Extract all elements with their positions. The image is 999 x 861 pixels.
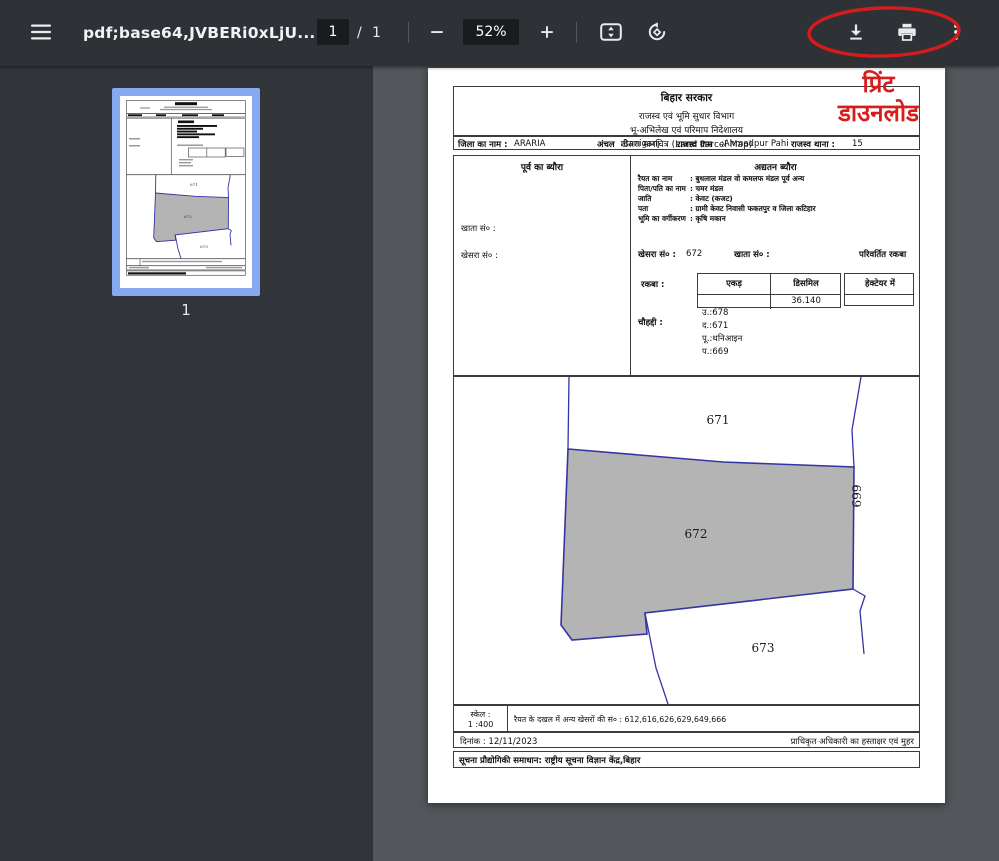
scale-label: स्केल : bbox=[454, 709, 507, 720]
more-options-button[interactable] bbox=[939, 15, 973, 49]
scale-value: 1 :400 bbox=[454, 720, 507, 729]
chauhaddi-east: पू.:थनिआइन bbox=[702, 333, 742, 344]
boundary-line-south bbox=[645, 613, 668, 704]
pdf-toolbar: pdf;base64,JVBERi0xLjU... 1 / 1 52% bbox=[0, 0, 999, 66]
column-divider bbox=[630, 156, 631, 377]
toolbar-separator bbox=[576, 22, 577, 43]
chauhaddi-label: चौहद्दी : bbox=[638, 317, 663, 328]
thana-value: 15 bbox=[852, 139, 863, 149]
area-table: एकड़ डिसमिल 36.140 bbox=[697, 273, 841, 308]
district-value: ARARIA bbox=[514, 139, 545, 149]
doc-directorate-line: भू-अभिलेख एवं परिमाप निदेशालय bbox=[454, 123, 919, 136]
doc-header-box: बिहार सरकार राजस्व एवं भूमि सुधार विभाग … bbox=[453, 86, 920, 136]
raiyat-name-label: रैयत का नाम bbox=[638, 174, 672, 184]
plot-label-671: 671 bbox=[707, 413, 730, 427]
plot-label-673: 673 bbox=[752, 641, 775, 655]
village-label: राजस्व ग्राम bbox=[677, 139, 712, 150]
decimal-value: 36.140 bbox=[770, 296, 842, 306]
scale-row: स्केल : 1 :400 रैयत के दखल में अन्य खेसर… bbox=[453, 705, 920, 732]
svg-text:671: 671 bbox=[190, 182, 198, 187]
decimal-header: डिसमिल bbox=[770, 278, 842, 289]
parcel-map-box: 671 672 669 673 bbox=[453, 376, 920, 705]
date-row: दिनांक : 12/11/2023 प्राधिकृत अधिकारी का… bbox=[453, 732, 920, 748]
print-button[interactable] bbox=[890, 15, 924, 49]
curr-khesra-label: खेसरा सं० : bbox=[638, 249, 676, 260]
caste-value: : केवट (कजट) bbox=[690, 194, 733, 204]
boundary-line-north bbox=[568, 377, 569, 449]
father-name-label: पिता/पति का नाम bbox=[638, 184, 686, 194]
minus-icon bbox=[428, 23, 446, 41]
anchal-value: :Raniganj bbox=[620, 139, 660, 149]
plus-icon bbox=[538, 23, 556, 41]
thumbnail-sidebar: 671 672 673 1 bbox=[0, 66, 373, 861]
hectare-header: हेक्टेयर में bbox=[845, 278, 915, 289]
download-icon bbox=[846, 22, 866, 42]
doc-dept-line: राजस्व एवं भूमि सुधार विभाग bbox=[454, 109, 919, 122]
prev-khata-label: खाता सं० : bbox=[461, 223, 496, 234]
plot-label-672: 672 bbox=[685, 527, 708, 541]
boundary-line-east bbox=[852, 377, 861, 467]
toolbar-separator bbox=[408, 22, 409, 43]
date-value: दिनांक : 12/11/2023 bbox=[460, 736, 537, 747]
print-icon bbox=[897, 22, 917, 42]
village-value: :Ahmadpur Pahi bbox=[721, 139, 789, 149]
rakba-label: रकबा : bbox=[641, 279, 664, 290]
doc-title: बिहार सरकार bbox=[454, 91, 919, 105]
address-label: पता bbox=[638, 204, 648, 214]
doc-info-row: जिला का नाम : ARARIA अंचल :Raniganj राजस… bbox=[453, 136, 920, 150]
district-label: जिला का नाम : bbox=[458, 139, 507, 150]
page-total: 1 bbox=[372, 0, 381, 66]
footer-text: सूचना प्रौद्योगिकी समाधान: राष्ट्रीय सूच… bbox=[459, 755, 640, 766]
land-class-label: भूमि का वर्गीकरण bbox=[638, 214, 686, 224]
menu-button[interactable] bbox=[24, 15, 58, 49]
rotate-button[interactable] bbox=[640, 15, 674, 49]
anchal-label: अंचल bbox=[597, 139, 615, 150]
plot-label-669: 669 bbox=[849, 485, 863, 508]
address-value: : ग्रामी केवट निवासी फकतपुर व जिला कटिहा… bbox=[690, 204, 816, 214]
pdf-page: बिहार सरकार राजस्व एवं भूमि सुधार विभाग … bbox=[428, 68, 945, 803]
page-thumbnail[interactable]: 671 672 673 bbox=[112, 88, 260, 296]
chauhaddi-north: उ.:678 bbox=[702, 307, 728, 318]
boundary-line-southeast bbox=[853, 589, 865, 654]
raiyat-name-value: : बुधलाल मंडल वो कमलफ मंडल पूर्व अन्य bbox=[690, 174, 804, 184]
parcel-672-shape bbox=[561, 449, 854, 640]
curr-khata-label: खाता सं० : bbox=[734, 249, 770, 260]
caste-label: जाति bbox=[638, 194, 651, 204]
svg-text:672: 672 bbox=[184, 214, 192, 219]
signature-label: प्राधिकृत अधिकारी का हस्ताक्षर एवं मुहर bbox=[791, 736, 914, 747]
zoom-out-button[interactable] bbox=[420, 15, 454, 49]
footer-box: सूचना प्रौद्योगिकी समाधान: राष्ट्रीय सूच… bbox=[453, 751, 920, 768]
fit-to-page-button[interactable] bbox=[594, 15, 628, 49]
zoom-in-button[interactable] bbox=[530, 15, 564, 49]
zoom-level-display: 52% bbox=[463, 19, 519, 45]
fit-page-icon bbox=[600, 23, 622, 41]
more-vert-icon bbox=[946, 22, 966, 42]
doc-details-box: पूर्व का ब्यौरा खाता सं० : खेसरा सं० : अ… bbox=[453, 155, 920, 376]
thana-label: राजस्व थाना : bbox=[791, 139, 835, 150]
page-number-input[interactable]: 1 bbox=[317, 19, 349, 45]
curr-details-title: अद्यतन ब्यौरा bbox=[630, 160, 921, 173]
acre-header: एकड़ bbox=[698, 278, 770, 289]
thumbnail-miniature: 671 672 673 bbox=[120, 96, 252, 288]
thumbnail-page-number: 1 bbox=[112, 301, 260, 319]
page-separator: / bbox=[357, 0, 362, 66]
land-class-value: : कृषि मकान bbox=[690, 214, 726, 224]
prev-khesra-label: खेसरा सं० : bbox=[461, 250, 498, 261]
download-button[interactable] bbox=[839, 15, 873, 49]
rotate-ccw-icon bbox=[647, 22, 667, 42]
svg-text:673: 673 bbox=[200, 244, 208, 249]
hectare-table: हेक्टेयर में bbox=[844, 273, 914, 306]
thumbnail-page: 671 672 673 bbox=[120, 96, 252, 288]
hamburger-icon bbox=[31, 24, 51, 40]
prev-details-title: पूर्व का ब्यौरा bbox=[454, 160, 630, 173]
pdf-viewer-window: pdf;base64,JVBERi0xLjU... 1 / 1 52% bbox=[0, 0, 999, 861]
chauhaddi-south: द.:671 bbox=[702, 320, 728, 331]
other-khesra-note: रैयत के दखल में अन्य खेसरों की सं० : 612… bbox=[514, 715, 726, 725]
chauhaddi-west: प.:669 bbox=[702, 346, 729, 357]
curr-khesra-value: 672 bbox=[686, 249, 702, 259]
converted-area-label: परिवर्तित रकबा bbox=[859, 249, 906, 260]
father-name-value: : चमर मंडल bbox=[690, 184, 723, 194]
document-title: pdf;base64,JVBERi0xLjU... bbox=[83, 0, 316, 66]
parcel-map: 671 672 669 673 bbox=[454, 377, 919, 704]
